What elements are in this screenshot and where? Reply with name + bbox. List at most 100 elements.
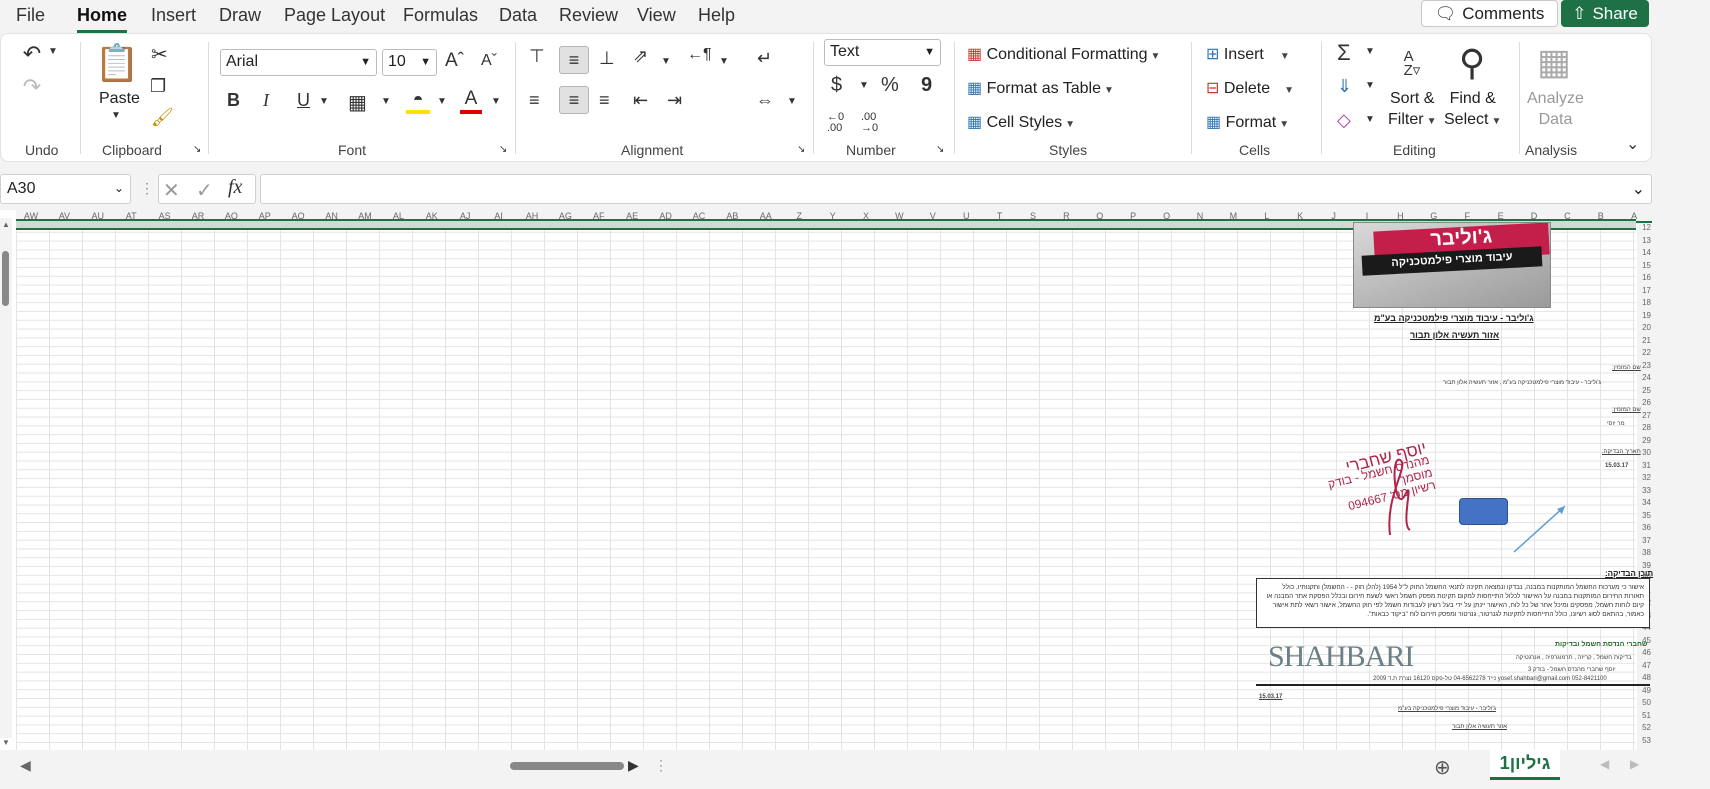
formula-input[interactable]: ⌄ — [260, 174, 1652, 204]
align-left-icon[interactable]: ≡ — [529, 90, 540, 111]
rtl-direction-icon[interactable]: ←¶ — [687, 46, 712, 64]
row-header[interactable]: 12 — [1642, 223, 1651, 232]
undo-icon[interactable]: ↶ — [19, 41, 45, 67]
merge-dropdown-icon[interactable]: ▼ — [787, 96, 797, 107]
row-header[interactable]: 35 — [1642, 511, 1651, 520]
prev-sheet-icon[interactable]: ◀ — [1600, 757, 1609, 771]
align-right-icon[interactable]: ≡ — [599, 90, 610, 111]
row-header[interactable]: 38 — [1642, 548, 1651, 557]
enter-icon[interactable]: ✓ — [196, 178, 213, 203]
more-options-icon[interactable]: ⋮ — [140, 180, 154, 197]
row-header[interactable]: 53 — [1642, 736, 1651, 745]
font-color-dropdown-icon[interactable]: ▼ — [491, 96, 501, 107]
dialog-launcher-icon[interactable]: ↘ — [193, 144, 201, 155]
underline-button[interactable]: U — [297, 90, 310, 111]
row-header[interactable]: 16 — [1642, 273, 1651, 282]
scroll-right-icon[interactable]: ▶ — [628, 757, 639, 774]
currency-dropdown-icon[interactable]: ▼ — [859, 80, 869, 91]
row-header[interactable]: 34 — [1642, 498, 1651, 507]
inspection-text-box[interactable]: אישור כי מערכות החשמל המותקנות במבנה, נב… — [1256, 578, 1650, 628]
align-bottom-icon[interactable]: ⊥ — [599, 48, 615, 69]
row-header[interactable]: 50 — [1642, 698, 1651, 707]
align-top-icon[interactable]: ⊤ — [529, 46, 545, 67]
analyze-data-icon[interactable]: ▦ — [1532, 40, 1576, 84]
menu-home[interactable]: Home — [77, 3, 128, 33]
orientation-icon[interactable]: ⇗ — [633, 46, 648, 67]
row-header[interactable]: 24 — [1642, 373, 1651, 382]
menu-data[interactable]: Data — [499, 3, 537, 28]
menu-page-layout[interactable]: Page Layout — [284, 3, 385, 28]
underline-dropdown-icon[interactable]: ▼ — [319, 96, 329, 107]
sort-filter-button[interactable]: Sort & Filter ▼ — [1388, 88, 1436, 132]
rounded-rectangle-shape[interactable] — [1459, 498, 1508, 525]
row-header[interactable]: 52 — [1642, 723, 1651, 732]
font-name-select[interactable]: Arial ▼ — [220, 49, 377, 76]
scroll-left-icon[interactable]: ◀ — [20, 757, 31, 774]
company-logo-image[interactable]: ג'וליבר עיבוד מוצרי פילמטכניקה — [1353, 222, 1551, 308]
insert-cells-button[interactable]: ⊞ Insert ▼ — [1206, 44, 1290, 64]
sheet-tab[interactable]: גיליון1 — [1490, 750, 1560, 780]
menu-view[interactable]: View — [637, 3, 676, 28]
conditional-formatting-button[interactable]: ▦ Conditional Formatting ▼ — [967, 44, 1160, 64]
row-header[interactable]: 19 — [1642, 311, 1651, 320]
menu-help[interactable]: Help — [698, 3, 735, 28]
more-options-icon[interactable]: ⋮ — [654, 757, 668, 774]
name-box[interactable]: A30 ⌄ — [0, 174, 131, 204]
row-header[interactable]: 20 — [1642, 323, 1651, 332]
fill-icon[interactable]: ⇓ — [1337, 76, 1352, 97]
cancel-icon[interactable]: ✕ — [163, 178, 180, 203]
percent-icon[interactable]: % — [881, 74, 899, 97]
menu-insert[interactable]: Insert — [151, 3, 196, 28]
next-sheet-icon[interactable]: ▶ — [1630, 757, 1639, 771]
row-header[interactable]: 14 — [1642, 248, 1651, 257]
borders-dropdown-icon[interactable]: ▼ — [381, 96, 391, 107]
clear-icon[interactable]: ◇ — [1337, 110, 1351, 131]
cut-icon[interactable]: ✂ — [151, 42, 168, 67]
row-header[interactable]: 30 — [1642, 448, 1651, 457]
autosum-icon[interactable]: Σ — [1337, 40, 1351, 66]
paste-label[interactable]: Paste — [99, 90, 140, 108]
fill-dropdown-icon[interactable]: ▼ — [1365, 80, 1375, 91]
decrease-font-icon[interactable]: Aˇ — [481, 52, 497, 70]
row-header[interactable]: 21 — [1642, 336, 1651, 345]
align-center-icon[interactable]: ≡ — [559, 86, 589, 114]
scroll-down-icon[interactable]: ▼ — [2, 738, 10, 747]
row-header[interactable]: 29 — [1642, 436, 1651, 445]
vertical-scroll-thumb[interactable] — [2, 251, 9, 306]
font-size-select[interactable]: 10 ▼ — [382, 49, 437, 76]
horizontal-scroll-thumb[interactable] — [510, 762, 624, 770]
fill-color-dropdown-icon[interactable]: ▼ — [437, 96, 447, 107]
fill-color-icon[interactable]: ◓ — [406, 88, 430, 114]
row-header[interactable]: 25 — [1642, 386, 1651, 395]
paste-dropdown-icon[interactable]: ▼ — [111, 110, 121, 121]
dialog-launcher-icon[interactable]: ↘ — [499, 144, 507, 155]
redo-icon[interactable]: ↷ — [19, 74, 45, 100]
row-header[interactable]: 13 — [1642, 236, 1651, 245]
row-header[interactable]: 27 — [1642, 411, 1651, 420]
dialog-launcher-icon[interactable]: ↘ — [797, 144, 805, 155]
row-header[interactable]: 49 — [1642, 686, 1651, 695]
collapse-ribbon-icon[interactable]: ⌄ — [1626, 134, 1639, 154]
row-header[interactable]: 46 — [1642, 648, 1651, 657]
menu-draw[interactable]: Draw — [219, 3, 261, 28]
align-middle-icon[interactable]: ≡ — [559, 46, 589, 74]
autosum-dropdown-icon[interactable]: ▼ — [1365, 46, 1375, 57]
find-select-button[interactable]: Find & Select ▼ — [1444, 88, 1501, 132]
copy-icon[interactable]: ❐ — [150, 76, 166, 97]
paste-icon[interactable]: 📋 — [95, 42, 140, 84]
undo-dropdown-icon[interactable]: ▼ — [48, 46, 58, 57]
comments-button[interactable]: 🗨 Comments — [1421, 0, 1558, 27]
row-header[interactable]: 51 — [1642, 711, 1651, 720]
row-header[interactable]: 48 — [1642, 673, 1651, 682]
number-format-select[interactable]: Text ▼ — [824, 39, 941, 66]
decrease-indent-icon[interactable]: ⇤ — [633, 90, 648, 111]
row-header[interactable]: 26 — [1642, 398, 1651, 407]
row-header[interactable]: 31 — [1642, 461, 1651, 470]
row-header[interactable]: 22 — [1642, 348, 1651, 357]
bold-button[interactable]: B — [227, 90, 240, 111]
expand-formula-bar-icon[interactable]: ⌄ — [1632, 179, 1645, 199]
row-header[interactable]: 23 — [1642, 361, 1651, 370]
row-header[interactable]: 32 — [1642, 473, 1651, 482]
currency-icon[interactable]: $ — [831, 74, 842, 97]
row-header[interactable]: 37 — [1642, 536, 1651, 545]
